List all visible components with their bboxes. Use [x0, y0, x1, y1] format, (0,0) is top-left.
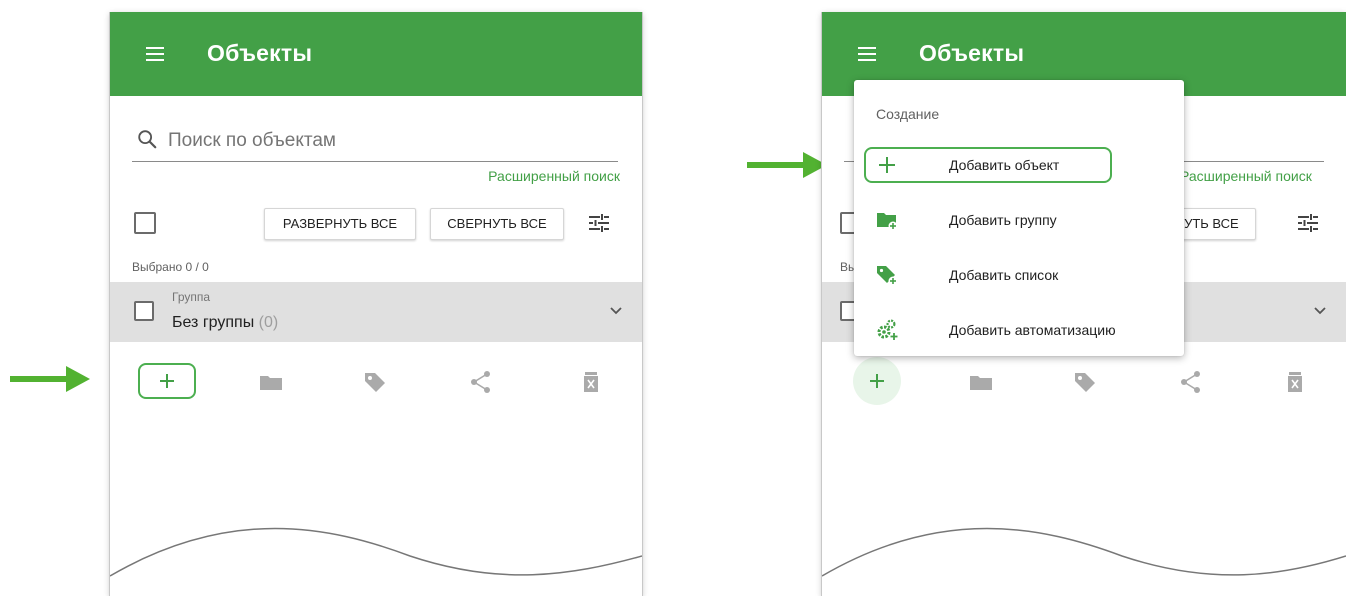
chevron-down-icon[interactable] [1312, 302, 1328, 318]
menu-item-add-list[interactable]: Добавить список [854, 257, 1184, 293]
tag-icon[interactable] [1072, 369, 1098, 395]
menu-item-add-object[interactable]: Добавить объект [854, 147, 1184, 183]
plus-icon [879, 157, 895, 173]
app-header: Объекты [110, 12, 642, 96]
collapse-all-button[interactable]: Свернуть все [430, 208, 564, 240]
pointer-arrow-right [747, 152, 827, 178]
menu-item-label: Добавить группу [949, 212, 1057, 228]
select-all-checkbox[interactable] [134, 212, 156, 234]
folder-add-icon [877, 213, 898, 231]
menu-item-label: Добавить список [949, 267, 1059, 283]
advanced-search-link[interactable]: Расширенный поиск [1180, 168, 1312, 184]
search-placeholder: Поиск по объектам [168, 130, 336, 151]
folder-icon[interactable] [258, 369, 284, 395]
plus-icon [160, 374, 174, 388]
menu-item-label: Добавить объект [949, 157, 1060, 173]
menu-item-label: Добавить автоматизацию [949, 322, 1116, 338]
hamburger-icon[interactable] [858, 47, 876, 61]
search-input[interactable]: Поиск по объектам [132, 120, 618, 162]
advanced-search-link[interactable]: Расширенный поиск [488, 168, 620, 184]
folder-icon[interactable] [968, 369, 994, 395]
filter-settings-icon[interactable] [588, 213, 610, 233]
delete-icon[interactable] [578, 369, 604, 395]
create-menu: Создание Добавить объект Добавить группу… [854, 80, 1184, 356]
menu-item-add-group[interactable]: Добавить группу [854, 202, 1184, 238]
search-icon [138, 130, 157, 149]
page-title: Объекты [207, 40, 313, 66]
pointer-arrow-left [10, 366, 90, 392]
torn-edge-decoration [822, 527, 1346, 596]
group-count: (0) [258, 314, 279, 331]
group-row[interactable]: Группа Без группы (0) [110, 282, 642, 342]
plus-icon [870, 374, 884, 388]
filter-settings-icon[interactable] [1297, 213, 1319, 233]
share-icon[interactable] [1178, 369, 1204, 395]
add-button[interactable] [853, 357, 901, 405]
objects-panel-before: Объекты Поиск по объектам Расширенный по… [110, 12, 642, 596]
add-button[interactable] [138, 363, 196, 399]
gears-add-icon [877, 319, 898, 340]
delete-icon[interactable] [1282, 369, 1308, 395]
group-name-text: Без группы [172, 314, 255, 331]
share-icon[interactable] [468, 369, 494, 395]
selected-count: Выбрано 0 / 0 [132, 260, 209, 274]
group-name: Без группы (0) [172, 314, 278, 332]
torn-edge-decoration [110, 527, 642, 596]
chevron-down-icon[interactable] [608, 302, 624, 318]
page-title: Объекты [919, 40, 1025, 66]
menu-heading: Создание [876, 106, 940, 122]
tag-icon[interactable] [362, 369, 388, 395]
menu-item-add-automation[interactable]: Добавить автоматизацию [854, 312, 1184, 348]
hamburger-icon[interactable] [146, 47, 164, 61]
group-caption: Группа [172, 290, 211, 304]
group-checkbox[interactable] [134, 301, 154, 321]
expand-all-button[interactable]: Развернуть все [264, 208, 416, 240]
tag-add-icon [877, 266, 898, 286]
